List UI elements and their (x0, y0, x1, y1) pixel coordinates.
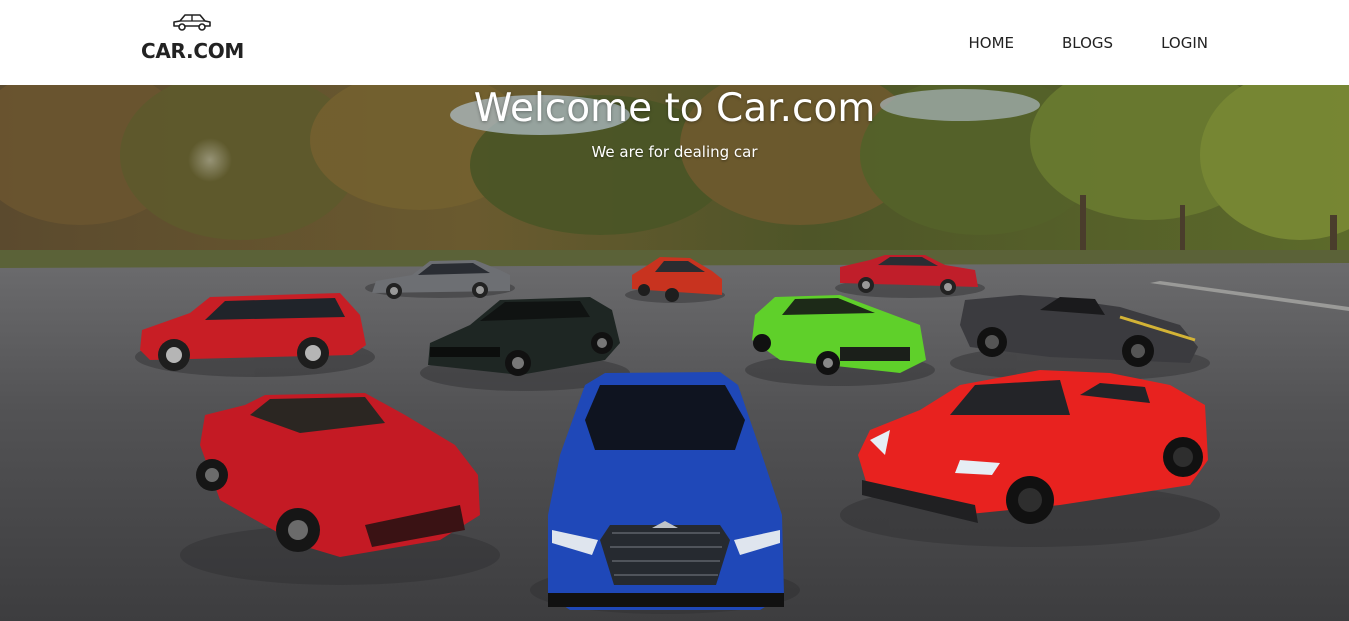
nav-home-link[interactable]: HOME (969, 33, 1015, 53)
site-header: CAR.COM HOME BLOGS LOGIN (0, 0, 1349, 85)
hero-banner: Welcome to Car.com We are for dealing ca… (0, 85, 1349, 621)
hero-title: Welcome to Car.com (473, 86, 876, 131)
nav-login-link[interactable]: LOGIN (1161, 33, 1208, 53)
car-icon (173, 14, 211, 31)
brand-logo-link[interactable]: CAR.COM (141, 12, 245, 68)
page: CAR.COM HOME BLOGS LOGIN Welcome to Car.… (0, 0, 1349, 621)
brand-name: CAR.COM (141, 39, 245, 63)
hero-subtitle: We are for dealing car (591, 143, 758, 161)
hero-background-image (0, 85, 1349, 621)
main-nav: HOME BLOGS LOGIN (921, 33, 1209, 53)
nav-blogs-link[interactable]: BLOGS (1062, 33, 1113, 53)
